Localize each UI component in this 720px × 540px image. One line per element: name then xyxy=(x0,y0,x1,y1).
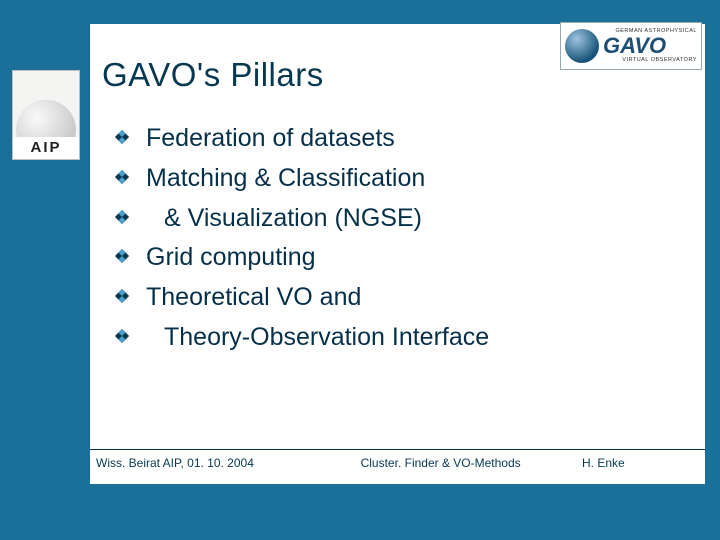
footer-right: H. Enke xyxy=(582,456,705,470)
bullet-text: Matching & Classification xyxy=(146,162,425,196)
diamond-bullet-icon xyxy=(114,328,132,346)
diamond-bullet-icon xyxy=(114,248,132,266)
bullet-text: Federation of datasets xyxy=(146,122,395,156)
diamond-bullet-icon xyxy=(114,129,132,147)
footer-center: Cluster. Finder & VO-Methods xyxy=(361,456,582,470)
slide-footer: Wiss. Beirat AIP, 01. 10. 2004 Cluster. … xyxy=(90,449,705,470)
list-item: Grid computing xyxy=(114,241,705,275)
bullet-text: Grid computing xyxy=(146,241,316,275)
diamond-bullet-icon xyxy=(114,209,132,227)
diamond-bullet-icon xyxy=(114,169,132,187)
bullet-text: Theoretical VO and xyxy=(146,281,361,315)
gavo-sub: VIRTUAL OBSERVATORY xyxy=(603,58,697,64)
diamond-bullet-icon xyxy=(114,288,132,306)
list-item: Federation of datasets xyxy=(114,122,705,156)
list-item: Theory-Observation Interface xyxy=(114,321,705,355)
bullet-text: Theory-Observation Interface xyxy=(146,321,489,355)
list-item: & Visualization (NGSE) xyxy=(114,202,705,236)
gavo-logo: GERMAN ASTROPHYSICAL GAVO VIRTUAL OBSERV… xyxy=(560,22,702,70)
globe-icon xyxy=(565,29,599,63)
list-item: Matching & Classification xyxy=(114,162,705,196)
slide-panel: GAVO's Pillars Federation of datasets Ma… xyxy=(90,24,705,484)
aip-logo: AIP xyxy=(12,70,80,160)
bullet-text: & Visualization (NGSE) xyxy=(146,202,422,236)
aip-logo-label: AIP xyxy=(13,137,79,159)
list-item: Theoretical VO and xyxy=(114,281,705,315)
bullet-list: Federation of datasets Matching & Classi… xyxy=(90,122,705,355)
gavo-main: GAVO xyxy=(603,35,697,57)
gavo-logo-text: GERMAN ASTROPHYSICAL GAVO VIRTUAL OBSERV… xyxy=(603,29,697,64)
dome-image xyxy=(13,71,79,137)
footer-left: Wiss. Beirat AIP, 01. 10. 2004 xyxy=(90,456,361,470)
